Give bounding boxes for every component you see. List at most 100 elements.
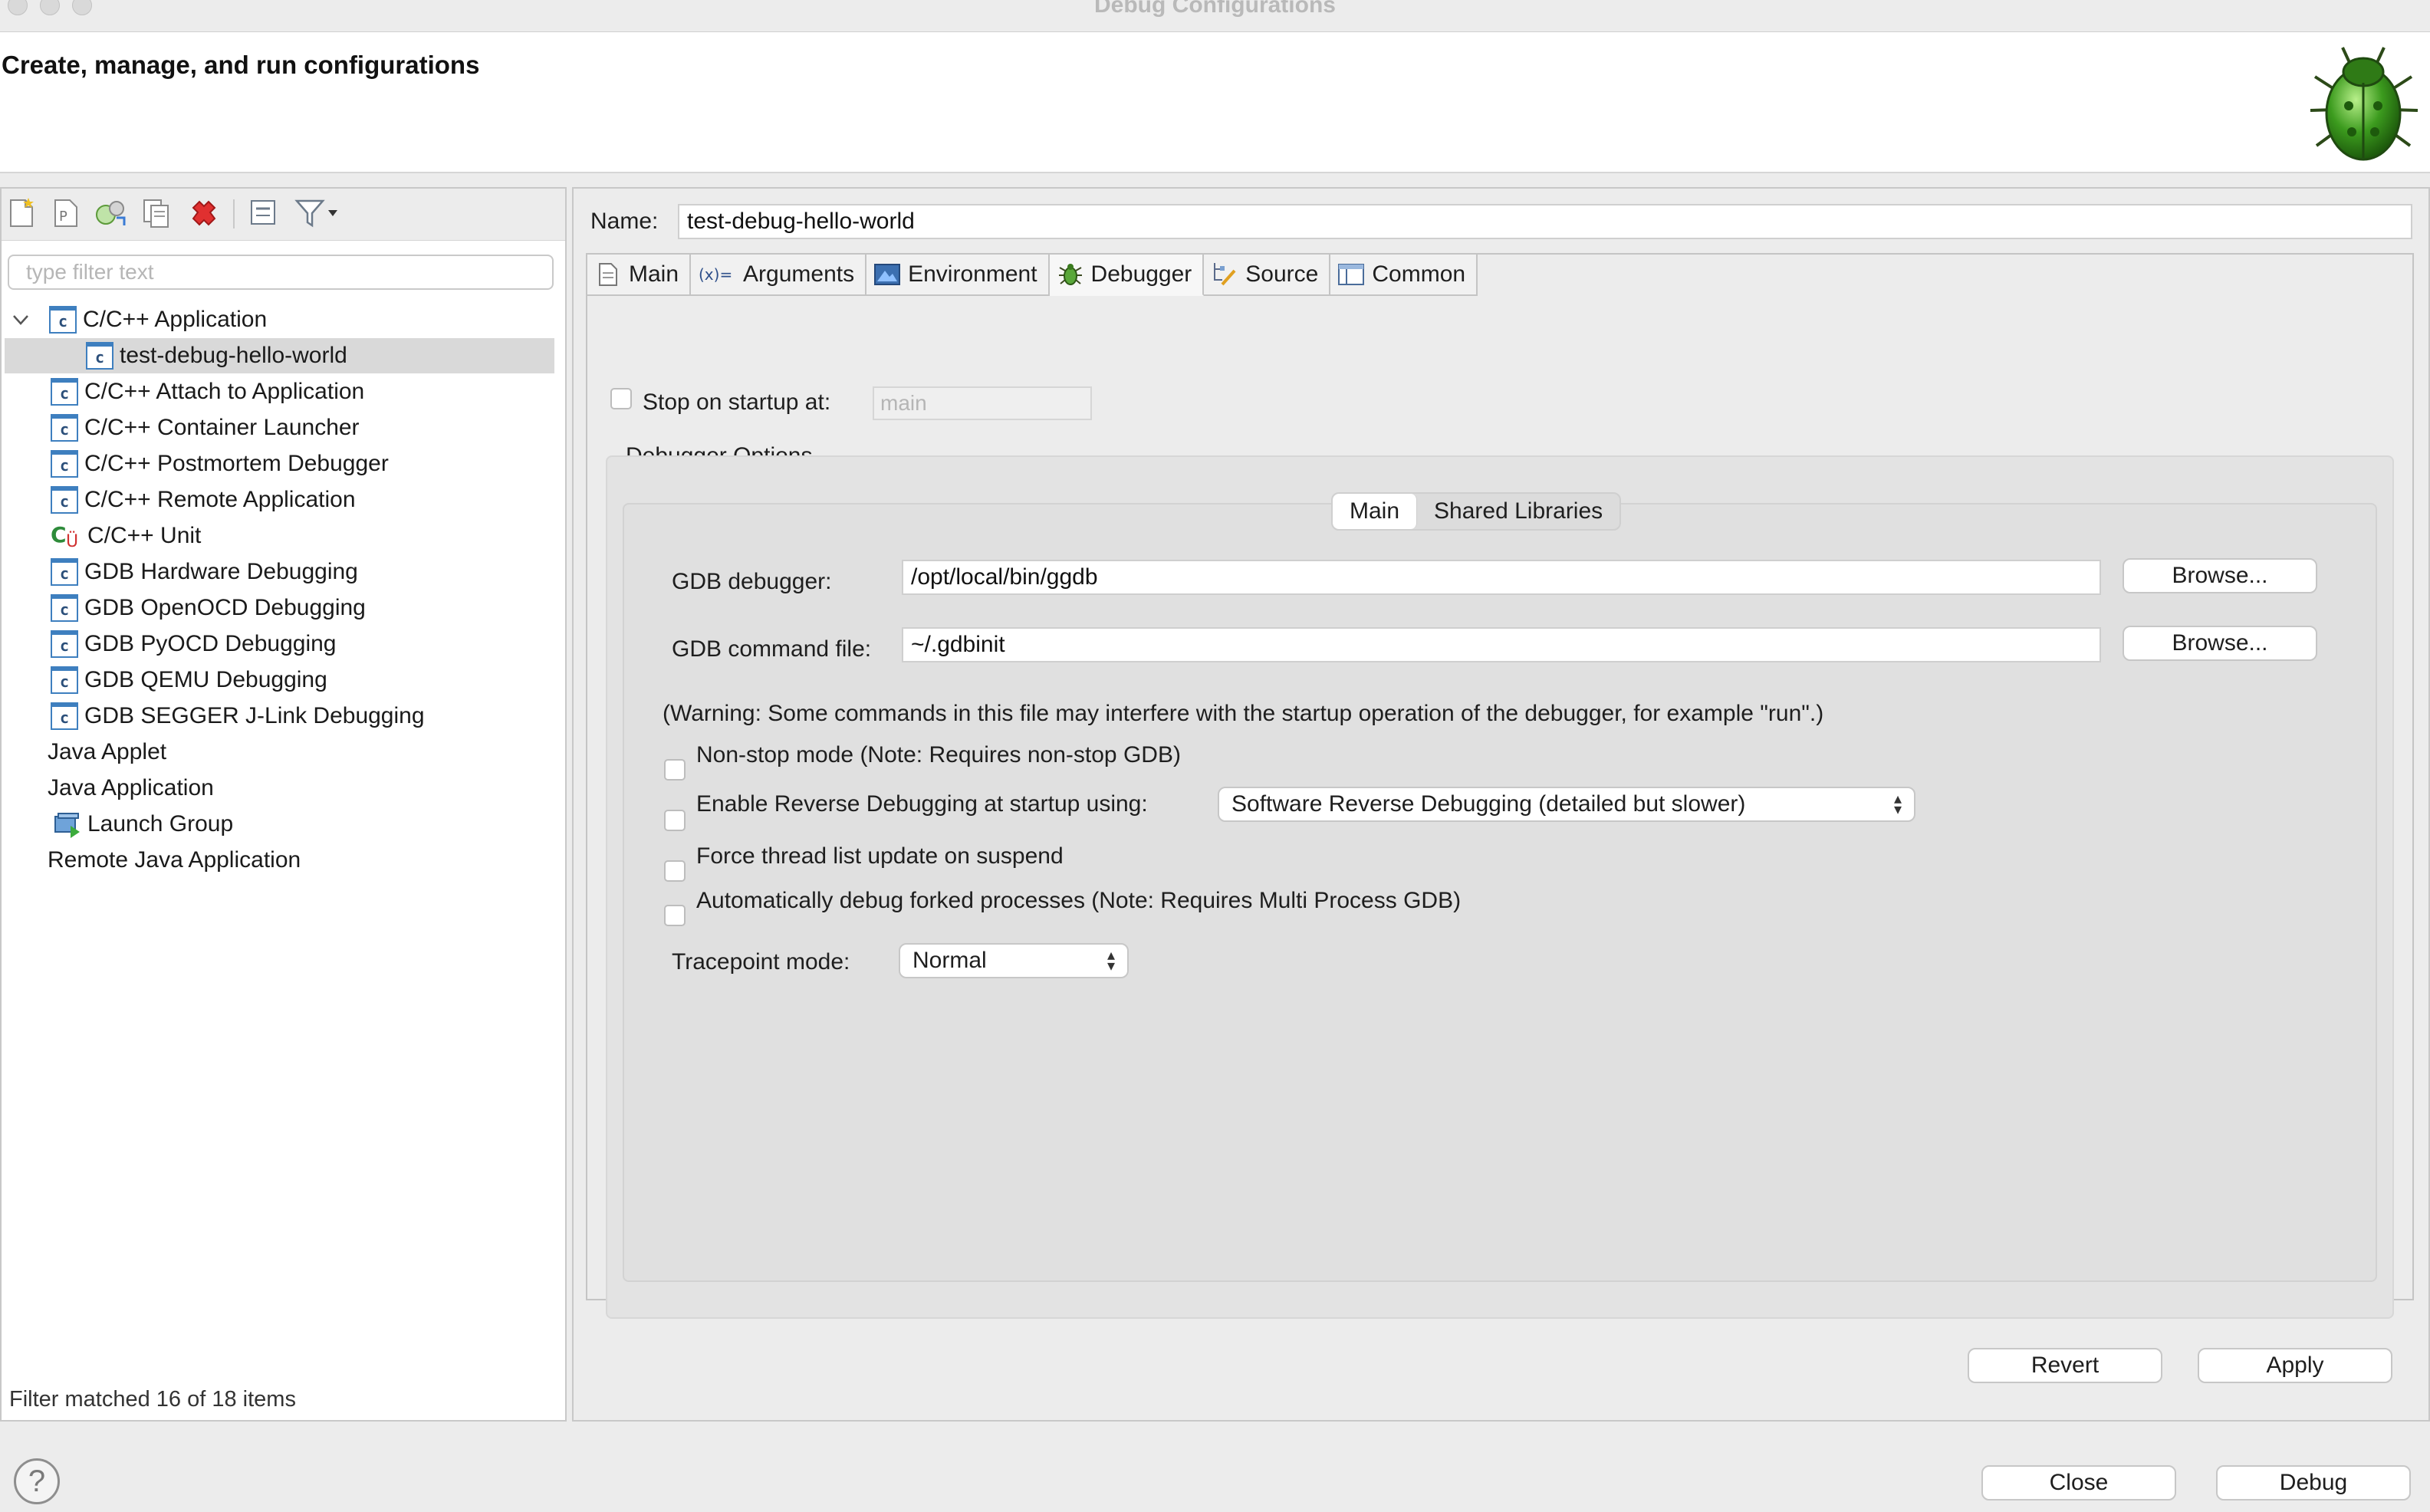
gdb-debugger-input[interactable] xyxy=(902,560,2101,595)
tab-label: Arguments xyxy=(743,261,855,287)
c-app-icon: c xyxy=(51,630,78,658)
tree-item-c-cpp-application[interactable]: c C/C++ Application xyxy=(9,302,267,337)
export-icon[interactable] xyxy=(94,196,127,230)
tracepoint-mode-select[interactable]: Normal ▴ ▾ xyxy=(899,943,1129,978)
gdb-command-file-label: GDB command file: xyxy=(672,636,872,662)
gdb-command-file-input[interactable] xyxy=(902,627,2101,662)
reverse-debugging-checbox[interactable] xyxy=(664,810,686,831)
tree-item-label: GDB PyOCD Debugging xyxy=(84,631,337,656)
tree-item-c-cpp-postmortem[interactable]: c C/C++ Postmortem Debugger xyxy=(51,446,389,482)
tab-main[interactable]: Main xyxy=(587,255,692,296)
tab-arguments[interactable]: (x)= Arguments xyxy=(691,255,867,296)
environment-tab-icon xyxy=(874,261,901,288)
non-stop-mode-label: Non-stop mode (Note: Requires non-stop G… xyxy=(696,742,1181,768)
c-unit-icon: CÜ xyxy=(51,522,78,550)
tab-bar: Main (x)= Arguments Environment Debugger xyxy=(587,255,1478,296)
c-app-icon: c xyxy=(51,702,78,730)
arguments-tab-icon: (x)= xyxy=(699,261,735,288)
tab-source[interactable]: Source xyxy=(1204,255,1331,296)
dropdown-arrow-icon[interactable] xyxy=(324,196,342,230)
toolbar-separator xyxy=(233,199,235,228)
reverse-debugging-selected-value: Software Reverse Debugging (detailed but… xyxy=(1231,791,1746,817)
reverse-debugging-select[interactable]: Software Reverse Debugging (detailed but… xyxy=(1218,787,1915,822)
tree-item-remote-java-application[interactable]: Remote Java Application xyxy=(48,843,301,878)
filter-icon[interactable] xyxy=(293,196,327,230)
tree-item-java-applet[interactable]: Java Applet xyxy=(48,735,166,770)
filter-status: Filter matched 16 of 18 items xyxy=(9,1387,296,1412)
c-app-icon: c xyxy=(51,558,78,586)
launch-group-icon xyxy=(54,813,80,838)
c-app-icon: c xyxy=(86,342,113,370)
header-banner: Create, manage, and run configurations xyxy=(0,32,2430,173)
debugger-subtabs: Main Shared Libraries xyxy=(1331,492,1622,531)
force-thread-update-checkbox[interactable] xyxy=(664,860,686,882)
tree-item-gdb-pyocd[interactable]: c GDB PyOCD Debugging xyxy=(51,626,336,662)
configuration-toolbar: P xyxy=(2,189,565,241)
apply-button[interactable]: Apply xyxy=(2198,1348,2392,1383)
tab-debugger[interactable]: Debugger xyxy=(1049,255,1205,296)
delete-icon[interactable] xyxy=(187,196,221,230)
tab-common[interactable]: Common xyxy=(1330,255,1478,296)
tab-label: Common xyxy=(1372,261,1466,287)
c-app-icon: c xyxy=(51,414,78,442)
tree-item-gdb-openocd[interactable]: c GDB OpenOCD Debugging xyxy=(51,590,366,626)
tree-item-java-application[interactable]: Java Application xyxy=(48,771,214,806)
c-app-icon: c xyxy=(51,450,78,478)
header-title: Create, manage, and run configurations xyxy=(2,51,480,79)
stop-on-startup-checkbox[interactable] xyxy=(610,388,632,409)
tab-label: Source xyxy=(1245,261,1319,287)
collapse-all-icon[interactable] xyxy=(247,196,281,230)
chevron-down-icon[interactable] xyxy=(9,308,32,331)
subtab-main[interactable]: Main xyxy=(1333,494,1418,529)
debug-button[interactable]: Debug xyxy=(2216,1465,2411,1500)
tree-item-gdb-qemu[interactable]: c GDB QEMU Debugging xyxy=(51,662,327,698)
debug-forked-processes-label: Automatically debug forked processes (No… xyxy=(696,888,1462,913)
tree-item-label: Java Applet xyxy=(48,739,167,764)
svg-text:P: P xyxy=(59,209,67,225)
tab-folder: Main (x)= Arguments Environment Debugger xyxy=(586,253,2414,1319)
title-bar: Debug Configurations xyxy=(0,0,2430,32)
tree-item-c-cpp-remote-application[interactable]: c C/C++ Remote Application xyxy=(51,482,356,518)
help-icon[interactable]: ? xyxy=(14,1458,60,1504)
revert-button[interactable]: Revert xyxy=(1968,1348,2162,1383)
tracepoint-mode-label: Tracepoint mode: xyxy=(672,949,850,975)
main-tab-icon xyxy=(595,261,621,288)
tab-environment[interactable]: Environment xyxy=(866,255,1050,296)
tab-label: Environment xyxy=(908,261,1037,287)
filter-input[interactable] xyxy=(8,255,554,290)
common-tab-icon xyxy=(1338,261,1365,288)
non-stop-mode-checkbox[interactable] xyxy=(664,759,686,781)
tree-item-label: test-debug-hello-world xyxy=(120,343,347,368)
duplicate-icon[interactable] xyxy=(140,196,173,230)
c-app-icon: c xyxy=(49,306,77,334)
svg-text:(x)=: (x)= xyxy=(699,265,732,284)
subtab-shared-libraries[interactable]: Shared Libraries xyxy=(1417,494,1619,529)
name-input[interactable] xyxy=(678,204,2412,239)
new-prototype-icon[interactable]: P xyxy=(49,196,83,230)
tree-item-label: GDB QEMU Debugging xyxy=(84,667,327,692)
tree-item-label: C/C++ Remote Application xyxy=(84,487,356,512)
tree-item-c-cpp-container-launcher[interactable]: c C/C++ Container Launcher xyxy=(51,410,360,445)
tab-label: Main xyxy=(629,261,679,287)
tree-item-launch-group[interactable]: Launch Group xyxy=(54,807,233,842)
new-configuration-icon[interactable] xyxy=(5,196,38,230)
tree-item-test-debug-hello-world[interactable]: c test-debug-hello-world xyxy=(5,338,554,373)
gdb-command-file-browse-button[interactable]: Browse... xyxy=(2123,626,2317,661)
stop-on-startup-input[interactable] xyxy=(873,386,1092,420)
tree-item-gdb-segger[interactable]: c GDB SEGGER J-Link Debugging xyxy=(51,698,425,734)
tree-item-label: C/C++ Container Launcher xyxy=(84,415,360,440)
tree-item-label: Launch Group xyxy=(87,811,234,837)
tree-item-c-cpp-attach[interactable]: c C/C++ Attach to Application xyxy=(51,374,364,409)
debug-forked-processes-checkbox[interactable] xyxy=(664,905,686,926)
force-thread-update-label: Force thread list update on suspend xyxy=(696,843,1064,869)
tree-item-label: Remote Java Application xyxy=(48,847,301,873)
up-down-arrows-icon: ▴ ▾ xyxy=(1106,947,1115,975)
gdb-debugger-label: GDB debugger: xyxy=(672,569,832,594)
close-button[interactable]: Close xyxy=(1981,1465,2176,1500)
gdb-debugger-browse-button[interactable]: Browse... xyxy=(2123,558,2317,593)
tree-item-label: GDB Hardware Debugging xyxy=(84,559,358,584)
tree-item-gdb-hardware[interactable]: c GDB Hardware Debugging xyxy=(51,554,358,590)
tree-item-c-cpp-unit[interactable]: CÜ C/C++ Unit xyxy=(51,518,201,554)
reverse-debugging-label: Enable Reverse Debugging at startup usin… xyxy=(696,791,1148,817)
tree-item-label: C/C++ Attach to Application xyxy=(84,379,365,404)
